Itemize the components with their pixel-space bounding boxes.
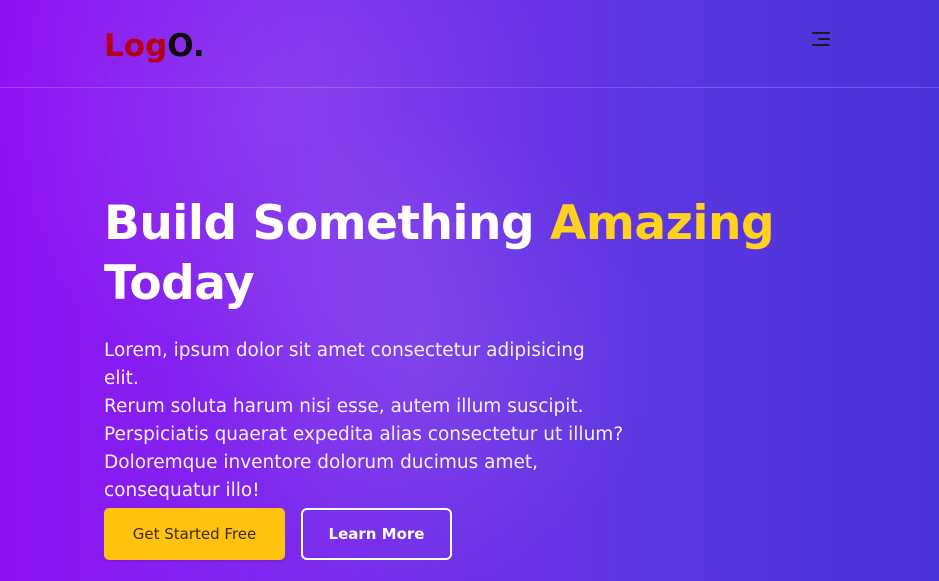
hero-description: Lorem, ipsum dolor sit amet consectetur …	[104, 337, 624, 505]
get-started-button[interactable]: Get Started Free	[104, 508, 285, 560]
hero-title: Build Something Amazing Today	[104, 194, 804, 314]
learn-more-button[interactable]: Learn More	[301, 508, 452, 560]
hero-description-line: Doloremque inventore dolorum ducimus ame…	[104, 452, 538, 473]
site-header: LogO.	[0, 0, 939, 88]
hero-description-line: Lorem, ipsum dolor sit amet consectetur …	[104, 340, 585, 389]
hero-title-part1: Build Something	[104, 196, 551, 251]
menu-line-bottom	[812, 44, 830, 46]
menu-line-top	[812, 32, 830, 34]
hero-description-line: consequatur illo!	[104, 480, 260, 501]
hero-title-accent: Amazing	[550, 196, 775, 251]
hero-description-line: Rerum soluta harum nisi esse, autem illu…	[104, 396, 584, 417]
hero-description-line: Perspiciatis quaerat expedita alias cons…	[104, 424, 624, 445]
logo-text-part2: O.	[167, 28, 205, 64]
menu-line-middle	[818, 38, 830, 40]
logo[interactable]: LogO.	[104, 27, 205, 65]
hero-title-part2: Today	[104, 256, 255, 311]
logo-text-part1: Log	[104, 28, 168, 64]
hamburger-menu-icon[interactable]	[806, 28, 834, 52]
